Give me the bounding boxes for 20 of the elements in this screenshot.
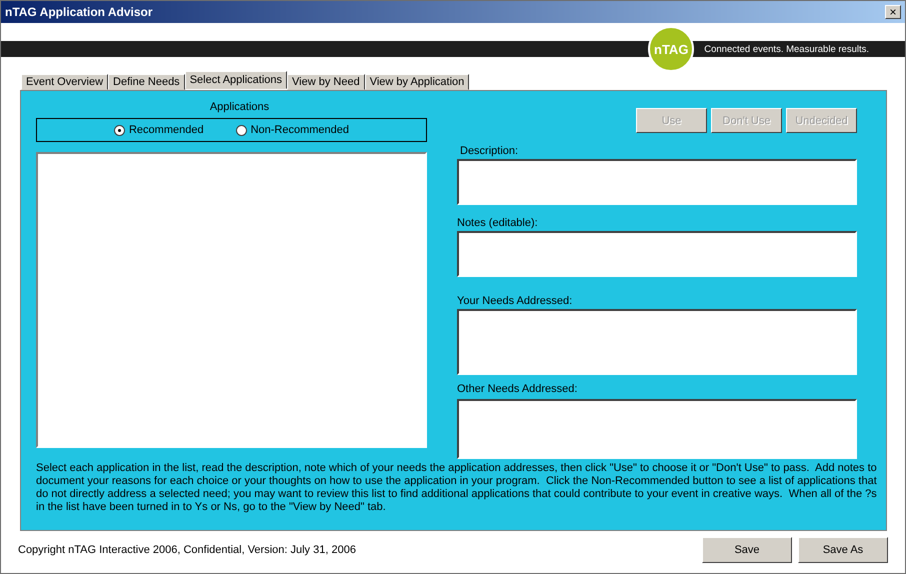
tab[interactable]: Select Applications: [184, 71, 288, 89]
copyright: Copyright nTAG Interactive 2006, Confidential, Version: July 31, 2006: [18, 544, 356, 556]
radio-option[interactable]: Recommended: [114, 124, 204, 136]
field-label: Description:: [460, 145, 520, 157]
logo: nTAG: [648, 26, 694, 72]
instructions: Select each application in the list, read the description, note which of your needs the application addresses, then click "Use" to choose it or "Don't Use" to pass. Add notes to document your reasons for each choice or your thoughts on how to use the application in your program. Click the Non-Recommended button to see a list of applications that do not directly address a selected need; you may want to review this list to find additional applications that could contribute to your event in creative ways. When all of the ?s in the list have been turned in to Ys or Ns, go to the "View by Need" tab.: [36, 462, 878, 514]
radio-option[interactable]: Non-Recommended: [236, 124, 350, 136]
field-label: Your Needs Addressed:: [457, 295, 574, 307]
tab[interactable]: View by Application: [364, 74, 470, 90]
tab[interactable]: Event Overview: [21, 74, 108, 90]
tagline: Connected events. Measurable results.: [704, 44, 869, 54]
window-title: nTAG Application Advisor: [5, 5, 153, 19]
save-button[interactable]: Save As: [798, 537, 888, 563]
tab[interactable]: View by Need: [287, 74, 365, 90]
field-label: Notes (editable):: [457, 217, 539, 229]
field-label: Other Needs Addressed:: [457, 383, 578, 395]
close-button[interactable]: ×: [885, 5, 901, 19]
tab[interactable]: Define Needs: [108, 74, 185, 90]
applications-heading: Applications: [210, 101, 270, 113]
save-button[interactable]: Save: [702, 537, 792, 563]
